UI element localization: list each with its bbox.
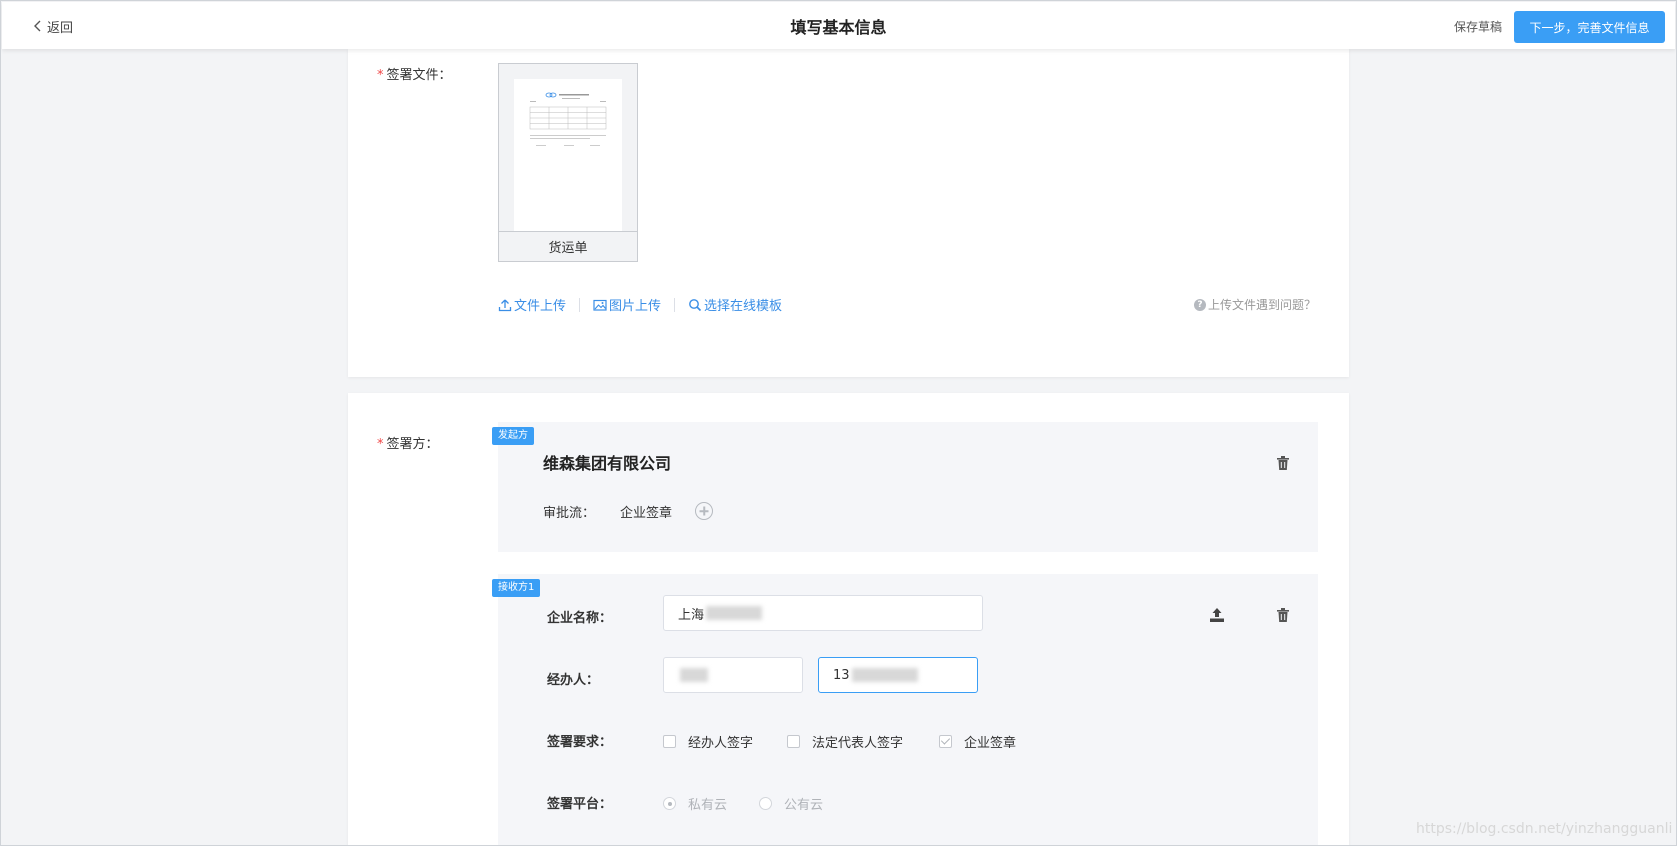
initiator-tag: 发起方 bbox=[492, 427, 534, 445]
platform-label: 签署平台： bbox=[547, 797, 613, 812]
file-thumbnail[interactable]: 货运单 bbox=[498, 63, 638, 262]
required-marker: * bbox=[377, 68, 384, 83]
signatory-card: * 签署方： 发起方 维森集团有限公司 审批流： 企业签章 接收方1 企业名称： … bbox=[348, 393, 1349, 845]
approval-flow-label: 审批流： bbox=[543, 506, 596, 521]
redacted-text bbox=[706, 606, 763, 620]
company-name-input[interactable]: 上海 bbox=[663, 595, 983, 631]
public-cloud-radio[interactable]: 公有云 bbox=[759, 794, 823, 813]
file-card: * 签署文件： 货运单 文件上传 图片上传 选择在线模板 ? 上传文件遇到问题？ bbox=[348, 49, 1349, 377]
handler-sign-checkbox[interactable]: 经办人签字 bbox=[663, 732, 753, 751]
file-upload-link[interactable]: 文件上传 bbox=[498, 295, 566, 314]
file-preview bbox=[514, 79, 622, 232]
save-draft-button[interactable]: 保存草稿 bbox=[1454, 18, 1502, 35]
app-frame: 返回 填写基本信息 保存草稿 下一步，完善文件信息 * 签署文件： 货运单 文件… bbox=[0, 0, 1677, 846]
trash-icon[interactable] bbox=[1275, 607, 1291, 623]
file-name: 货运单 bbox=[499, 231, 637, 261]
upload-actions: 文件上传 图片上传 选择在线模板 bbox=[498, 295, 782, 314]
next-step-button[interactable]: 下一步，完善文件信息 bbox=[1514, 11, 1665, 43]
search-icon bbox=[689, 298, 702, 311]
export-icon[interactable] bbox=[1209, 607, 1225, 623]
receiver-box: 接收方1 企业名称： 上海 经办人： 13 签署要求： 经办人签字 法定代表人签… bbox=[492, 574, 1318, 845]
file-label: * 签署文件： bbox=[377, 68, 452, 83]
signatory-label: * 签署方： bbox=[377, 437, 439, 452]
initiator-box: 发起方 维森集团有限公司 审批流： 企业签章 bbox=[492, 422, 1318, 552]
upload-icon bbox=[498, 299, 512, 311]
divider bbox=[674, 297, 676, 312]
question-icon: ? bbox=[1194, 298, 1206, 311]
handler-label: 经办人： bbox=[547, 673, 600, 688]
company-seal-checkbox[interactable]: 企业签章 bbox=[939, 732, 1016, 751]
top-bar: 返回 填写基本信息 保存草稿 下一步，完善文件信息 bbox=[2, 2, 1675, 49]
legal-rep-sign-checkbox[interactable]: 法定代表人签字 bbox=[787, 732, 903, 751]
online-template-link[interactable]: 选择在线模板 bbox=[688, 295, 782, 314]
page-title: 填写基本信息 bbox=[790, 18, 887, 37]
radio-dot bbox=[759, 797, 772, 810]
image-icon bbox=[593, 299, 607, 311]
handler-name-input[interactable] bbox=[663, 657, 803, 693]
divider bbox=[579, 297, 581, 312]
checkbox-box bbox=[787, 735, 800, 748]
redacted-text bbox=[680, 668, 708, 682]
handler-phone-input[interactable]: 13 bbox=[818, 657, 978, 693]
image-upload-link[interactable]: 图片上传 bbox=[593, 295, 661, 314]
receiver-tag: 接收方1 bbox=[492, 579, 541, 597]
redacted-text bbox=[851, 668, 918, 682]
checkbox-box bbox=[663, 735, 676, 748]
approval-flow-value: 企业签章 bbox=[620, 506, 673, 521]
private-cloud-radio[interactable]: 私有云 bbox=[663, 794, 727, 813]
initiator-company: 维森集团有限公司 bbox=[543, 454, 672, 473]
watermark: https://blog.csdn.net/yinzhangguanli bbox=[1416, 821, 1673, 837]
add-flow-icon[interactable] bbox=[695, 502, 713, 520]
document-preview-icon bbox=[529, 92, 607, 146]
requirement-label: 签署要求： bbox=[547, 735, 613, 750]
checkbox-box-checked bbox=[939, 735, 952, 748]
radio-dot-selected bbox=[663, 797, 676, 810]
upload-help-link[interactable]: ? 上传文件遇到问题？ bbox=[1194, 296, 1316, 313]
company-name-label: 企业名称： bbox=[547, 611, 613, 626]
trash-icon[interactable] bbox=[1275, 455, 1291, 471]
required-marker: * bbox=[377, 437, 384, 452]
